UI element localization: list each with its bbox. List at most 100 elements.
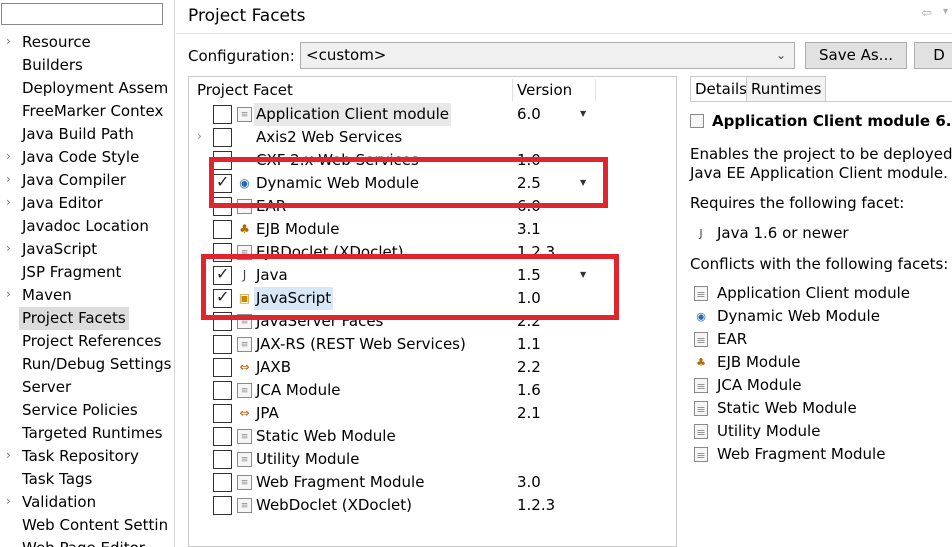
facet-row[interactable]: ≡ JCA Module 1.6 (189, 379, 676, 402)
facet-version[interactable]: 1.2.3 (517, 494, 555, 517)
facet-version[interactable]: 6.0 (517, 103, 541, 126)
tree-item[interactable]: › Java Code Style (0, 146, 174, 169)
nav-menu-icon[interactable]: ▾ (943, 6, 948, 17)
conflict-item: ≡ Utility Module (690, 420, 820, 443)
tree-item[interactable]: Server (0, 376, 174, 399)
tree-item[interactable]: Web Content Settin (0, 514, 174, 537)
chevron-right-icon[interactable]: › (6, 448, 11, 462)
save-as-button[interactable]: Save As... (805, 42, 907, 69)
facet-checkbox[interactable] (213, 105, 232, 124)
column-header-facet[interactable]: Project Facet (197, 77, 293, 103)
chevron-right-icon[interactable]: › (6, 287, 11, 301)
chevron-right-icon[interactable]: › (197, 129, 202, 143)
facet-checkbox[interactable] (213, 496, 232, 515)
tree-item[interactable]: › JavaScript (0, 238, 174, 261)
conflict-item-label: EJB Module (717, 353, 801, 371)
facet-row[interactable]: ♣ EJB Module 3.1 (189, 218, 676, 241)
facet-row[interactable]: ≡ Static Web Module (189, 425, 676, 448)
delete-button[interactable]: D (914, 42, 952, 69)
doc-icon: ≡ (694, 378, 708, 393)
version-dropdown-icon[interactable]: ▼ (580, 109, 586, 118)
chevron-right-icon[interactable]: › (6, 494, 11, 508)
configuration-select[interactable]: <custom> ⌄ (300, 42, 795, 69)
tree-item[interactable]: › Java Compiler (0, 169, 174, 192)
tree-item[interactable]: Javadoc Location (0, 215, 174, 238)
facet-checkbox[interactable] (213, 427, 232, 446)
facet-name: Web Fragment Module (256, 473, 425, 491)
facet-checkbox[interactable] (213, 335, 232, 354)
tree-item-label: Java Code Style (22, 148, 140, 166)
tree-item[interactable]: Project Facets (0, 307, 174, 330)
requires-item-label: Java 1.6 or newer (717, 224, 849, 242)
tree-item-label: Builders (22, 56, 83, 74)
conflict-item: ≡ Application Client module (690, 282, 910, 305)
facet-checkbox[interactable] (213, 404, 232, 423)
tree-item-label: Java Build Path (22, 125, 134, 143)
chevron-right-icon[interactable]: › (6, 149, 11, 163)
facet-version[interactable]: 3.0 (517, 471, 541, 494)
tree-item[interactable]: FreeMarker Contex (0, 100, 174, 123)
tree-item[interactable]: › Maven (0, 284, 174, 307)
tree-item[interactable]: › Validation (0, 491, 174, 514)
facet-row[interactable]: ≡ Application Client module 6.0 ▼ (189, 103, 676, 126)
facet-name: JCA Module (256, 381, 341, 399)
chevron-right-icon[interactable]: › (6, 195, 11, 209)
column-divider (595, 79, 596, 101)
tree-item[interactable]: › Task Repository (0, 445, 174, 468)
filter-input[interactable] (1, 3, 163, 25)
facet-name: Static Web Module (256, 427, 396, 445)
column-header-version[interactable]: Version (517, 77, 572, 103)
facet-checkbox[interactable] (213, 128, 232, 147)
tab-details[interactable]: Details (690, 76, 753, 101)
tree-item[interactable]: Service Policies (0, 399, 174, 422)
facet-checkbox[interactable] (213, 450, 232, 469)
facet-checkbox[interactable] (213, 473, 232, 492)
tab-divider (690, 101, 952, 102)
facet-name: Application Client module (254, 103, 451, 126)
column-divider (512, 79, 513, 101)
tree-item-label: Maven (22, 286, 72, 304)
back-arrow-icon[interactable]: ⇦ (921, 6, 932, 21)
tree-item[interactable]: JSP Fragment (0, 261, 174, 284)
tree-item[interactable]: Deployment Assem (0, 77, 174, 100)
configuration-label: Configuration: (188, 47, 295, 65)
conflict-item: ≡ JCA Module (690, 374, 801, 397)
facet-name: JAXB (256, 358, 291, 376)
facet-version[interactable]: 2.1 (517, 402, 541, 425)
facet-row[interactable]: ⇔ JAXB 2.2 (189, 356, 676, 379)
facet-row[interactable]: ≡ JAX-RS (REST Web Services) 1.1 (189, 333, 676, 356)
project-facets-page: Project Facets ⇦ ▾ Configuration: <custo… (176, 0, 952, 547)
facet-row[interactable]: ⇔ JPA 2.1 (189, 402, 676, 425)
facet-row[interactable]: ≡ WebDoclet (XDoclet) 1.2.3 (189, 494, 676, 517)
facet-row[interactable]: ≡ Web Fragment Module 3.0 (189, 471, 676, 494)
ejb-icon: ♣ (239, 222, 250, 236)
doc-icon: ≡ (694, 332, 708, 347)
facet-row[interactable]: › Axis2 Web Services (189, 126, 676, 149)
tree-item-label: Project Facets (19, 307, 129, 330)
facet-version[interactable]: 1.1 (517, 333, 541, 356)
tree-item[interactable]: Builders (0, 54, 174, 77)
facet-version[interactable]: 1.6 (517, 379, 541, 402)
chevron-right-icon[interactable]: › (6, 34, 11, 48)
tree-item[interactable]: Targeted Runtimes (0, 422, 174, 445)
tree-item[interactable]: › Resource (0, 31, 174, 54)
facet-checkbox[interactable] (213, 381, 232, 400)
tree-item[interactable]: Project References (0, 330, 174, 353)
facet-version[interactable]: 3.1 (517, 218, 541, 241)
tab-runtimes[interactable]: Runtimes (746, 76, 827, 101)
facet-checkbox[interactable] (213, 358, 232, 377)
configuration-value: <custom> (306, 46, 387, 64)
facet-checkbox[interactable] (213, 220, 232, 239)
facet-version[interactable]: 2.2 (517, 356, 541, 379)
tree-item[interactable]: Task Tags (0, 468, 174, 491)
tree-item[interactable]: › Java Editor (0, 192, 174, 215)
doc-icon: ≡ (694, 424, 708, 439)
tree-item[interactable]: Java Build Path (0, 123, 174, 146)
tree-item[interactable]: Run/Debug Settings (0, 353, 174, 376)
tree-item[interactable]: Web Page Editor (0, 537, 174, 547)
chevron-down-icon: ⌄ (775, 48, 786, 62)
chevron-right-icon[interactable]: › (6, 172, 11, 186)
conflict-item: ♣ EJB Module (690, 351, 801, 374)
facet-row[interactable]: ≡ Utility Module (189, 448, 676, 471)
chevron-right-icon[interactable]: › (6, 241, 11, 255)
